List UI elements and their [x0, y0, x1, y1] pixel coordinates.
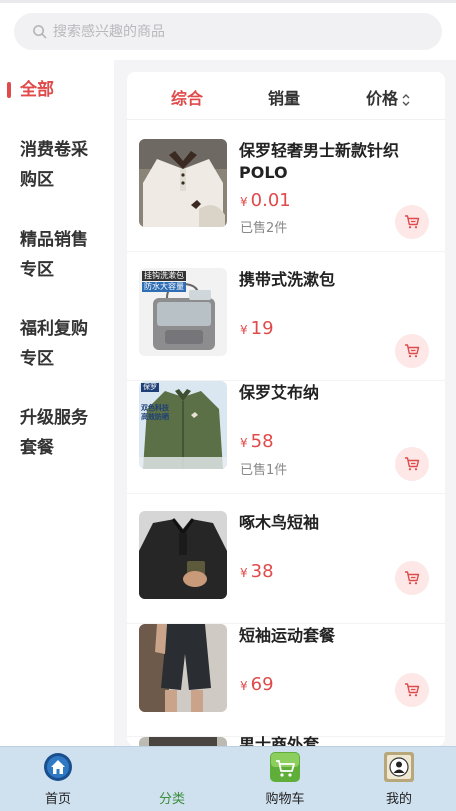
product-item[interactable]: 保罗 双色科技 高效防晒 保罗艾布纳 ¥58 已售1件: [127, 381, 445, 494]
product-title: 啄木鸟短袖: [239, 513, 320, 532]
tab-home-label: 首页: [44, 792, 71, 807]
product-title: 短袖运动套餐: [239, 626, 336, 645]
image-label: 双色科技: [141, 404, 169, 412]
shopping-cart-icon: [270, 752, 300, 782]
add-to-cart-button[interactable]: [395, 673, 429, 707]
sidebar-item-all[interactable]: 全部: [0, 75, 114, 105]
user-avatar-icon: [384, 752, 414, 782]
tab-price[interactable]: 价格: [366, 85, 411, 109]
product-price: ¥58: [240, 431, 274, 452]
sidebar-item-label: 全部: [20, 80, 54, 100]
product-price: ¥0.01: [240, 190, 291, 211]
tab-cart-label: 购物车: [265, 792, 305, 807]
product-image-polo[interactable]: [139, 139, 227, 227]
product-item[interactable]: 保罗轻奢男士新款针织POLO ¥0.01 已售2件: [127, 139, 445, 252]
product-image-sport-shorts[interactable]: [139, 624, 227, 712]
price-value: 69: [250, 674, 274, 695]
search-icon: [33, 25, 47, 39]
add-to-cart-button[interactable]: [395, 334, 429, 368]
home-icon: [43, 752, 73, 782]
currency-symbol: ¥: [240, 323, 248, 337]
search-input[interactable]: [53, 23, 413, 40]
tab-home[interactable]: 首页: [18, 752, 98, 807]
add-to-cart-button[interactable]: [395, 561, 429, 595]
add-to-cart-button[interactable]: [395, 447, 429, 481]
price-value: 58: [250, 431, 274, 452]
product-item[interactable]: 挂钩洗漱包 防水大容量 携带式洗漱包 ¥19: [127, 268, 445, 381]
product-title: 男士商外套: [239, 735, 320, 746]
price-value: 0.01: [250, 190, 291, 211]
sidebar-item-label: 购区: [20, 170, 54, 190]
sort-updown-icon: [402, 93, 410, 106]
tab-sales[interactable]: 销量: [268, 85, 300, 109]
currency-symbol: ¥: [240, 679, 248, 693]
product-panel: 综合 销量 价格 保罗轻奢男士新款针织POLO ¥0.01 已售2件 挂钩洗漱包…: [127, 72, 445, 746]
sidebar-item-label: 专区: [20, 349, 54, 369]
image-label: 挂钩洗漱包: [142, 271, 186, 281]
product-image-black-polo[interactable]: [139, 511, 227, 599]
product-price: ¥69: [240, 674, 274, 695]
add-to-cart-button[interactable]: [395, 205, 429, 239]
product-price: ¥19: [240, 318, 274, 339]
category-icon: [157, 752, 187, 782]
sidebar-item-label: 福利复购: [20, 319, 88, 339]
search-bar[interactable]: [14, 13, 442, 50]
tab-comprehensive[interactable]: 综合: [171, 85, 203, 109]
price-value: 19: [250, 318, 274, 339]
product-title: 携带式洗漱包: [239, 270, 336, 289]
product-image-toiletry-bag[interactable]: 挂钩洗漱包 防水大容量: [139, 268, 227, 356]
category-sidebar: 全部 消费卷采 购区 精品销售 专区 福利复购 专区 升级服务 套餐: [0, 60, 114, 746]
product-item[interactable]: 短袖运动套餐 ¥69: [127, 624, 445, 737]
sidebar-item-label: 专区: [20, 260, 54, 280]
tab-mine[interactable]: 我的: [359, 752, 439, 807]
search-header: [0, 0, 456, 60]
currency-symbol: ¥: [240, 566, 248, 580]
sidebar-item-label: 消费卷采: [20, 140, 88, 160]
sidebar-item-welfare-zone[interactable]: 福利复购 专区: [0, 314, 114, 374]
cart-icon: [405, 457, 420, 471]
currency-symbol: ¥: [240, 195, 248, 209]
product-title: 保罗艾布纳: [239, 383, 320, 402]
cart-icon: [405, 215, 420, 229]
tab-category-label: 分类: [158, 792, 185, 807]
bottom-tab-bar: 首页 分类 购物车 我的: [0, 746, 456, 811]
product-item[interactable]: 啄木鸟短袖 ¥38: [127, 511, 445, 624]
image-label: 高效防晒: [141, 413, 169, 421]
image-label: 保罗: [141, 383, 159, 392]
price-value: 38: [250, 561, 274, 582]
tab-category[interactable]: 分类: [132, 752, 212, 807]
sort-tabs: 综合 销量 价格: [127, 72, 445, 120]
product-sold-count: 已售2件: [240, 221, 288, 236]
sidebar-item-label: 套餐: [20, 438, 54, 458]
product-image-green-jacket[interactable]: 保罗 双色科技 高效防晒: [139, 381, 227, 469]
tab-mine-label: 我的: [385, 792, 412, 807]
sidebar-item-premium-zone[interactable]: 精品销售 专区: [0, 225, 114, 285]
product-sold-count: 已售1件: [240, 463, 288, 478]
tab-price-label: 价格: [366, 89, 399, 108]
product-title: 保罗轻奢男士新款针织POLO: [239, 141, 400, 182]
sidebar-item-label: 升级服务: [20, 408, 88, 428]
tab-cart[interactable]: 购物车: [245, 752, 325, 807]
sidebar-item-voucher-zone[interactable]: 消费卷采 购区: [0, 135, 114, 195]
cart-icon: [405, 683, 420, 697]
product-price: ¥38: [240, 561, 274, 582]
sidebar-item-upgrade-package[interactable]: 升级服务 套餐: [0, 403, 114, 463]
sidebar-item-label: 精品销售: [20, 230, 88, 250]
cart-icon: [405, 571, 420, 585]
currency-symbol: ¥: [240, 436, 248, 450]
cart-icon: [405, 344, 420, 358]
product-item[interactable]: 男士商外套: [127, 735, 445, 746]
product-image-jacket[interactable]: [139, 737, 227, 746]
image-label: 防水大容量: [142, 282, 186, 292]
